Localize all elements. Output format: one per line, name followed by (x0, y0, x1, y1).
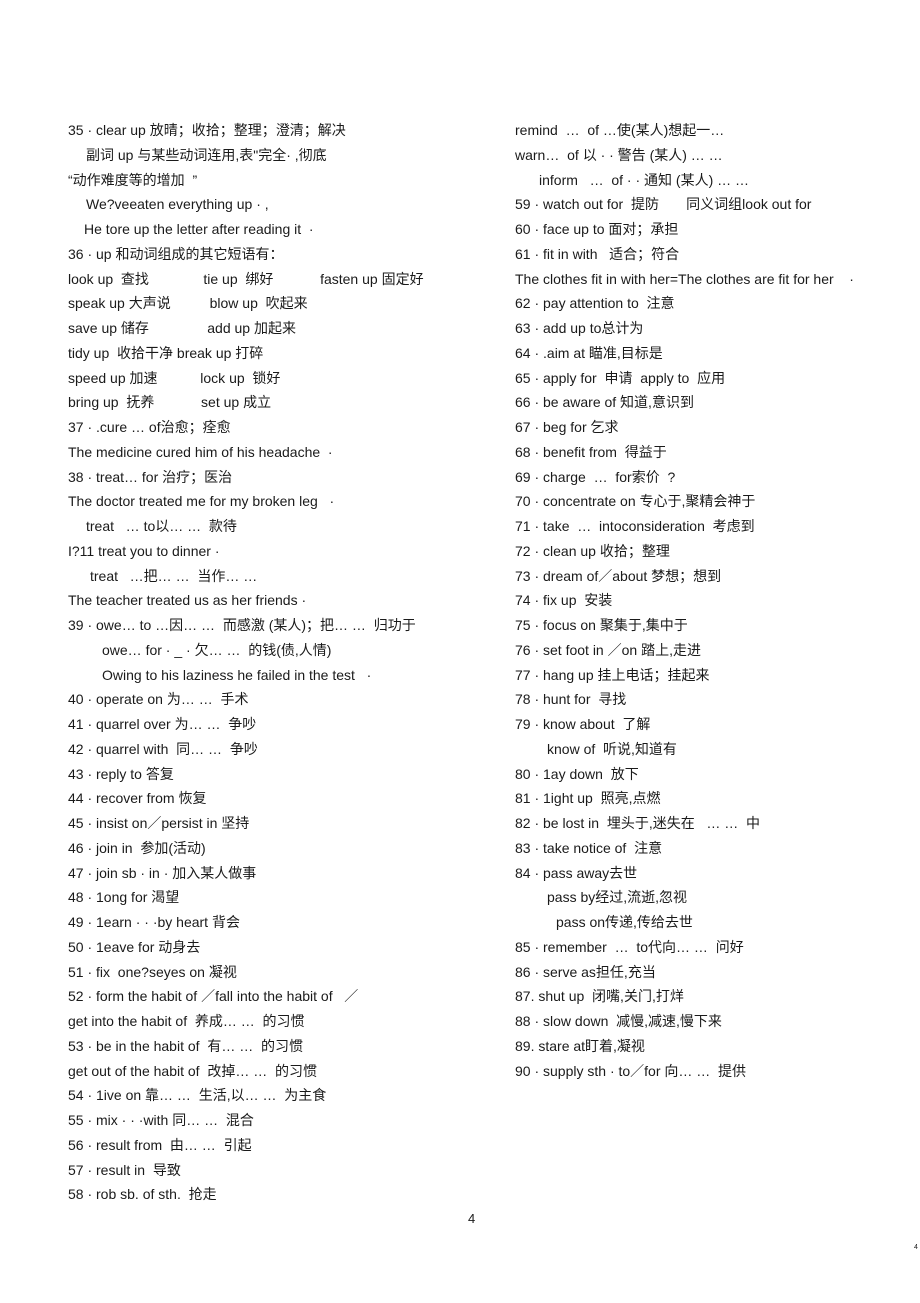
text-line: 89. stare at盯着,凝视 (515, 1037, 645, 1054)
text-line: 42 · quarrel with 同… … 争吵 (68, 740, 258, 757)
text-line: treat … to以… … 款待 (86, 518, 237, 534)
text-line: pass by经过,流逝,忽视 (547, 889, 688, 906)
text-line: 79 · know about 了解 (515, 716, 651, 732)
right-column: remind … of …使(某人)想起一… warn… of 以 · · 警告 … (515, 118, 915, 1083)
page-number: 4 (468, 1211, 476, 1226)
text-line: 37 · .cure … of治愈；痊愈 (68, 419, 231, 435)
text-line: remind … of …使(某人)想起一… (515, 122, 725, 138)
text-line: 51 · fix one?seyes on 凝视 (68, 963, 237, 980)
text-line: 77 · hang up 挂上电话；挂起来 (515, 666, 710, 683)
text-line: 86 · serve as担任,充当 (515, 963, 656, 980)
text-line: I?11 treat you to dinner · (68, 542, 220, 559)
text-line: 50 · 1eave for 动身去 (68, 938, 201, 955)
text-line: 53 · be in the habit of 有… … 的习惯 (68, 1037, 303, 1054)
text-line: 59 · watch out for 提防 同义词组look out for (515, 196, 812, 213)
text-line: 39 · owe… to …因… … 而感激 (某人)；把… … 归功于 (68, 617, 416, 633)
text-line: 90 · supply sth · to／for 向… … 提供 (515, 1062, 747, 1079)
text-line: 65 · apply for 申请 apply to 应用 (515, 369, 726, 386)
text-line: The medicine cured him of his headache · (68, 443, 333, 460)
text-line: 35 · clear up 放晴；收拾；整理；澄清；解决 (68, 122, 346, 138)
text-line: 66 · be aware of 知道,意识到 (515, 394, 694, 411)
text-line: get out of the habit of 改掉… … 的习惯 (68, 1062, 317, 1079)
text-line: 67 · beg for 乞求 (515, 419, 619, 435)
text-line: 64 · .aim at 瞄准,目标是 (515, 344, 663, 361)
text-line: 副词 up 与某些动词连用,表"完全· ,彻底 (86, 146, 327, 163)
text-line: treat …把… … 当作… … (90, 567, 258, 584)
text-line: “动作难度等的增加 ” (68, 171, 198, 188)
text-line: save up 储存 add up 加起来 (68, 320, 296, 336)
text-line: 57 · result in 导致 (68, 1161, 181, 1178)
text-line: 88 · slow down 减慢,减速,慢下来 (515, 1013, 722, 1029)
text-line: 61 · fit in with 适合；符合 (515, 245, 680, 262)
text-line: 40 · operate on 为… … 手术 (68, 691, 249, 708)
text-line: 87. shut up 闭嘴,关门,打烊 (515, 988, 684, 1005)
text-line: The clothes fit in with her=The clothes … (515, 270, 854, 287)
text-line: 69 · charge … for索价 ? (515, 468, 676, 485)
text-line: 55 · mix · · ·with 同… … 混合 (68, 1112, 254, 1128)
text-line: 83 · take notice of 注意 (515, 839, 663, 856)
text-line: 82 · be lost in 埋头于,迷失在 … … 中 (515, 815, 761, 831)
text-line: 41 · quarrel over 为… … 争吵 (68, 716, 257, 732)
text-line: 49 · 1earn · · ·by heart 背会 (68, 914, 240, 930)
text-line: Owing to his laziness he failed in the t… (102, 666, 372, 683)
text-line: speed up 加速 lock up 锁好 (68, 369, 281, 386)
text-line: warn… of 以 · · 警告 (某人) … … (515, 146, 723, 163)
text-line: pass on传递,传给去世 (556, 914, 693, 930)
text-line: bring up 抚养 set up 成立 (68, 394, 272, 411)
text-line: get into the habit of 养成… … 的习惯 (68, 1013, 305, 1029)
text-line: know of 听说,知道有 (547, 740, 677, 757)
text-line: 54 · 1ive on 靠… … 生活,以… … 为主食 (68, 1087, 327, 1104)
text-line: look up 查找 tie up 绑好 fasten up 固定好 (68, 270, 424, 287)
text-line: 58 · rob sb. of sth. 抢走 (68, 1186, 217, 1203)
text-line: 44 · recover from 恢复 (68, 790, 207, 807)
text-line: 60 · face up to 面对；承担 (515, 221, 679, 237)
text-line: 46 · join in 参加(活动) (68, 839, 206, 856)
corner-page-mark: 4 (914, 1244, 918, 1251)
text-line: 80 · 1ay down 放下 (515, 765, 639, 782)
text-line: 63 · add up to总计为 (515, 320, 644, 336)
text-line: 47 · join sb · in · 加入某人做事 (68, 864, 257, 881)
text-line: 52 · form the habit of ／fall into the ha… (68, 988, 359, 1005)
text-line: He tore up the letter after reading it · (84, 221, 314, 237)
text-line: 36 · up 和动词组成的其它短语有： (68, 245, 284, 262)
text-line: 71 · take … intoconsideration 考虑到 (515, 518, 755, 534)
text-line: 62 · pay attention to 注意 (515, 295, 675, 312)
text-line: 68 · benefit from 得益于 (515, 443, 667, 460)
left-column: 35 · clear up 放晴；收拾；整理；澄清；解决 副词 up 与某些动词连… (68, 118, 498, 1207)
text-line: speak up 大声说 blow up 吹起来 (68, 295, 308, 312)
text-line: 75 · focus on 聚集于,集中于 (515, 617, 688, 633)
text-line: 56 · result from 由… … 引起 (68, 1136, 252, 1153)
text-line: 74 · fix up 安装 (515, 592, 613, 609)
text-line: 38 · treat… for 治疗；医治 (68, 468, 233, 485)
text-line: We?veeaten everything up · , (86, 196, 269, 213)
text-line: 84 · pass away去世 (515, 864, 638, 881)
text-line: 48 · 1ong for 渴望 (68, 889, 180, 906)
text-line: 81 · 1ight up 照亮,点燃 (515, 790, 661, 807)
text-line: 73 · dream of／about 梦想；想到 (515, 567, 722, 584)
text-line: owe… for · _ · 欠… … 的钱(债,人情) (102, 641, 332, 658)
text-line: 76 · set foot in ／on 踏上,走进 (515, 641, 701, 658)
text-line: 45 · insist on／persist in 坚持 (68, 815, 250, 831)
text-line: 43 · reply to 答复 (68, 765, 174, 782)
text-line: 70 · concentrate on 专心于,聚精会神于 (515, 493, 756, 510)
text-line: The teacher treated us as her friends · (68, 592, 307, 609)
text-line: 78 · hunt for 寻找 (515, 691, 627, 708)
text-line: tidy up 收拾干净 break up 打碎 (68, 344, 264, 361)
text-line: 85 · remember … to代向… … 问好 (515, 938, 744, 955)
text-line: inform … of · · 通知 (某人) … … (539, 171, 750, 188)
text-line: 72 · clean up 收拾；整理 (515, 542, 670, 559)
text-line: The doctor treated me for my broken leg … (68, 493, 335, 510)
